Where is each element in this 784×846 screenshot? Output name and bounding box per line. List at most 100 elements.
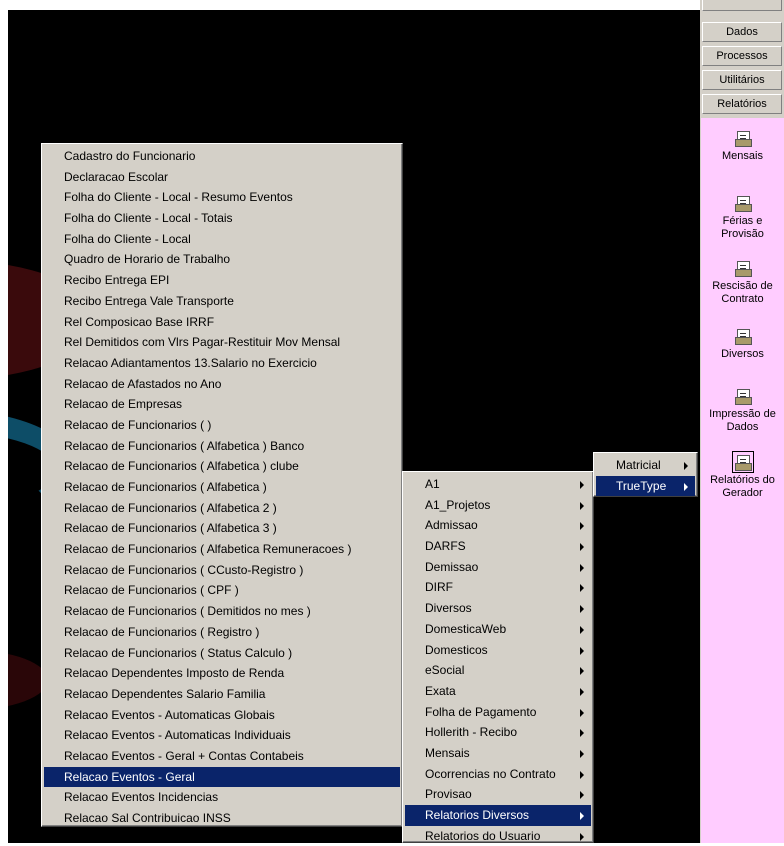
menu-item-rel-demitidos-com-vlrs-pagar-restituir-mov-mensal[interactable]: Rel Demitidos com Vlrs Pagar-Restituir M… bbox=[44, 332, 400, 353]
menu-item-label: DIRF bbox=[425, 580, 453, 595]
menu-item-label: Folha de Pagamento bbox=[425, 704, 537, 719]
menu-item-relacao-eventos-automaticas-globais[interactable]: Relacao Eventos - Automaticas Globais bbox=[44, 705, 400, 726]
report-category-submenu: A1 A1_Projetos Admissao DARFS Demissao DIRF Di… bbox=[402, 471, 594, 843]
menu-item-relacao-de-funcionarios-demitidos-no-mes[interactable]: Relacao de Funcionarios ( Demitidos no m… bbox=[44, 601, 400, 622]
menu-item-label: Folha do Cliente - Local - Totais bbox=[64, 211, 233, 226]
side-item-label: Rescisão de Contrato bbox=[712, 280, 773, 305]
submenu-arrow-icon bbox=[684, 462, 688, 470]
menu-item-recibo-entrega-epi[interactable]: Recibo Entrega EPI bbox=[44, 270, 400, 291]
category-item-esocial[interactable]: eSocial bbox=[405, 660, 591, 681]
category-item-provisao[interactable]: Provisao bbox=[405, 784, 591, 805]
submenu-arrow-icon bbox=[580, 791, 584, 800]
menu-item-relacao-de-funcionarios-registro[interactable]: Relacao de Funcionarios ( Registro ) bbox=[44, 622, 400, 643]
menu-item-label: Matricial bbox=[616, 458, 661, 472]
side-item-impressao-dados[interactable]: Impressão de Dados bbox=[701, 388, 784, 434]
menu-item-relacao-de-funcionarios[interactable]: Relacao de Funcionarios ( ) bbox=[44, 415, 400, 436]
category-item-darfs[interactable]: DARFS bbox=[405, 536, 591, 557]
menu-item-label: Declaracao Escolar bbox=[64, 169, 169, 184]
category-item-a1[interactable]: A1 bbox=[405, 474, 591, 495]
menu-item-label: A1_Projetos bbox=[425, 497, 491, 512]
submenu-arrow-icon bbox=[580, 522, 584, 531]
menu-item-declaracao-escolar[interactable]: Declaracao Escolar bbox=[44, 167, 400, 188]
menu-item-rel-composicao-base-irrf[interactable]: Rel Composicao Base IRRF bbox=[44, 312, 400, 333]
menu-item-label: Relacao Adiantamentos 13.Salario no Exer… bbox=[64, 355, 317, 370]
submenu-arrow-icon bbox=[580, 501, 584, 510]
menu-item-relacao-de-funcionarios-alfabetica-banco[interactable]: Relacao de Funcionarios ( Alfabetica ) B… bbox=[44, 436, 400, 457]
menu-item-relacao-eventos-incidencias[interactable]: Relacao Eventos Incidencias bbox=[44, 787, 400, 808]
side-button-relatorios[interactable]: Relatórios bbox=[702, 94, 782, 114]
menu-item-label: Relacao de Funcionarios ( ) bbox=[64, 417, 212, 432]
menu-item-relacao-de-funcionarios-alfabetica[interactable]: Relacao de Funcionarios ( Alfabetica ) bbox=[44, 477, 400, 498]
category-item-relatorios-diversos[interactable]: Relatorios Diversos bbox=[405, 805, 591, 826]
menu-item-recibo-entrega-vale-transporte[interactable]: Recibo Entrega Vale Transporte bbox=[44, 291, 400, 312]
menu-item-label: Relacao de Funcionarios ( Alfabetica ) bbox=[64, 480, 267, 494]
menu-item-label: Relacao de Funcionarios ( Status Calculo… bbox=[64, 645, 293, 660]
menu-item-label: TrueType bbox=[616, 478, 667, 493]
category-item-dirf[interactable]: DIRF bbox=[405, 577, 591, 598]
side-button-dados[interactable]: Dados bbox=[702, 22, 782, 42]
menu-item-folha-do-cliente-local-resumo-eventos[interactable]: Folha do Cliente - Local - Resumo Evento… bbox=[44, 187, 400, 208]
menu-item-relacao-de-funcionarios-ccusto-registro[interactable]: Relacao de Funcionarios ( CCusto-Registr… bbox=[44, 560, 400, 581]
side-item-diversos[interactable]: Diversos bbox=[701, 328, 784, 361]
menu-item-relacao-de-funcionarios-alfabetica-2[interactable]: Relacao de Funcionarios ( Alfabetica 2 ) bbox=[44, 498, 400, 519]
category-item-folha-de-pagamento[interactable]: Folha de Pagamento bbox=[405, 702, 591, 723]
menu-item-relacao-adiantamentos-13-salario-no-exercicio[interactable]: Relacao Adiantamentos 13.Salario no Exer… bbox=[44, 353, 400, 374]
menu-item-relacao-dependentes-salario-familia[interactable]: Relacao Dependentes Salario Familia bbox=[44, 684, 400, 705]
menu-item-label: eSocial bbox=[425, 663, 465, 678]
menu-item-relacao-de-funcionarios-alfabetica-3[interactable]: Relacao de Funcionarios ( Alfabetica 3 ) bbox=[44, 518, 400, 539]
menu-item-label: Folha do Cliente - Local bbox=[64, 231, 191, 246]
menu-item-label: Rel Demitidos com Vlrs Pagar-Restituir M… bbox=[64, 335, 341, 350]
menu-item-label: DARFS bbox=[425, 539, 466, 554]
category-item-demissao[interactable]: Demissao bbox=[405, 557, 591, 578]
side-item-label: Diversos bbox=[721, 348, 764, 360]
menu-item-relacao-de-funcionarios-alfabetica-remuneracoes[interactable]: Relacao de Funcionarios ( Alfabetica Rem… bbox=[44, 539, 400, 560]
menu-item-label: Relacao de Empresas bbox=[64, 397, 183, 412]
menu-item-relacao-de-empresas[interactable]: Relacao de Empresas bbox=[44, 394, 400, 415]
menu-item-quadro-de-horario-de-trabalho[interactable]: Quadro de Horario de Trabalho bbox=[44, 249, 400, 270]
side-item-rescisao-contrato[interactable]: Rescisão de Contrato bbox=[701, 260, 784, 306]
side-item-label: Férias e Provisão bbox=[721, 215, 764, 240]
side-button-partial[interactable] bbox=[702, 0, 782, 11]
menu-item-folha-do-cliente-local-totais[interactable]: Folha do Cliente - Local - Totais bbox=[44, 208, 400, 229]
category-item-admissao[interactable]: Admissao bbox=[405, 515, 591, 536]
menu-item-relacao-eventos-geral-contas-contabeis[interactable]: Relacao Eventos - Geral + Contas Contabe… bbox=[44, 746, 400, 767]
menu-item-relacao-dependentes-imposto-de-renda[interactable]: Relacao Dependentes Imposto de Renda bbox=[44, 663, 400, 684]
menu-item-label: Folha do Cliente - Local - Resumo Evento… bbox=[64, 190, 293, 205]
menu-item-relacao-de-afastados-no-ano[interactable]: Relacao de Afastados no Ano bbox=[44, 374, 400, 395]
side-button-utilitarios[interactable]: Utilitários bbox=[702, 70, 782, 90]
menu-item-label: Demissao bbox=[425, 559, 479, 574]
menu-item-label: Relacao Dependentes Salario Familia bbox=[64, 686, 266, 701]
category-item-a1-projetos[interactable]: A1_Projetos bbox=[405, 495, 591, 516]
menu-item-relacao-eventos-automaticas-individuais[interactable]: Relacao Eventos - Automaticas Individuai… bbox=[44, 725, 400, 746]
menu-item-label: Recibo Entrega Vale Transporte bbox=[64, 293, 234, 308]
side-item-mensais[interactable]: Mensais bbox=[701, 130, 784, 163]
menu-item-cadastro-do-funcionario[interactable]: Cadastro do Funcionario bbox=[44, 146, 400, 167]
side-item-relatorios-gerador[interactable]: Relatórios do Gerador bbox=[701, 451, 784, 500]
category-item-mensais[interactable]: Mensais bbox=[405, 743, 591, 764]
side-item-ferias-provisao[interactable]: Férias e Provisão bbox=[701, 195, 784, 241]
menu-item-relacao-de-funcionarios-status-calculo[interactable]: Relacao de Funcionarios ( Status Calculo… bbox=[44, 643, 400, 664]
menu-item-relacao-eventos-geral[interactable]: Relacao Eventos - Geral bbox=[44, 766, 400, 788]
menu-item-label: Relacao Sal Contribuicao INSS bbox=[64, 811, 231, 825]
submenu-arrow-icon bbox=[580, 708, 584, 717]
menu-item-label: Relacao de Funcionarios ( Registro ) bbox=[64, 624, 260, 639]
category-item-domesticaweb[interactable]: DomesticaWeb bbox=[405, 619, 591, 640]
menu-item-relacao-de-funcionarios-alfabetica-clube[interactable]: Relacao de Funcionarios ( Alfabetica ) c… bbox=[44, 456, 400, 477]
category-item-diversos[interactable]: Diversos bbox=[405, 598, 591, 619]
type-item-truetype[interactable]: TrueType bbox=[596, 475, 695, 497]
menu-item-label: Admissao bbox=[425, 518, 478, 533]
side-item-label: Relatórios do Gerador bbox=[710, 474, 775, 499]
menu-item-relacao-de-funcionarios-cpf[interactable]: Relacao de Funcionarios ( CPF ) bbox=[44, 580, 400, 601]
category-item-hollerith-recibo[interactable]: Hollerith - Recibo bbox=[405, 722, 591, 743]
side-button-processos[interactable]: Processos bbox=[702, 46, 782, 66]
category-item-ocorrencias-no-contrato[interactable]: Ocorrencias no Contrato bbox=[405, 764, 591, 785]
menu-item-folha-do-cliente-local[interactable]: Folha do Cliente - Local bbox=[44, 229, 400, 250]
menu-item-label: Relacao de Funcionarios ( Alfabetica 2 ) bbox=[64, 500, 277, 515]
menu-item-relacao-sal-contribuicao-inss[interactable]: Relacao Sal Contribuicao INSS bbox=[44, 808, 400, 829]
submenu-arrow-icon bbox=[580, 481, 584, 489]
category-item-exata[interactable]: Exata bbox=[405, 681, 591, 702]
submenu-arrow-icon bbox=[580, 729, 584, 738]
category-item-domesticos[interactable]: Domesticos bbox=[405, 640, 591, 661]
relatorios-panel-content: Mensais Férias e Provisão Rescisão de Co… bbox=[701, 118, 784, 843]
type-item-matricial[interactable]: Matricial bbox=[596, 455, 695, 476]
